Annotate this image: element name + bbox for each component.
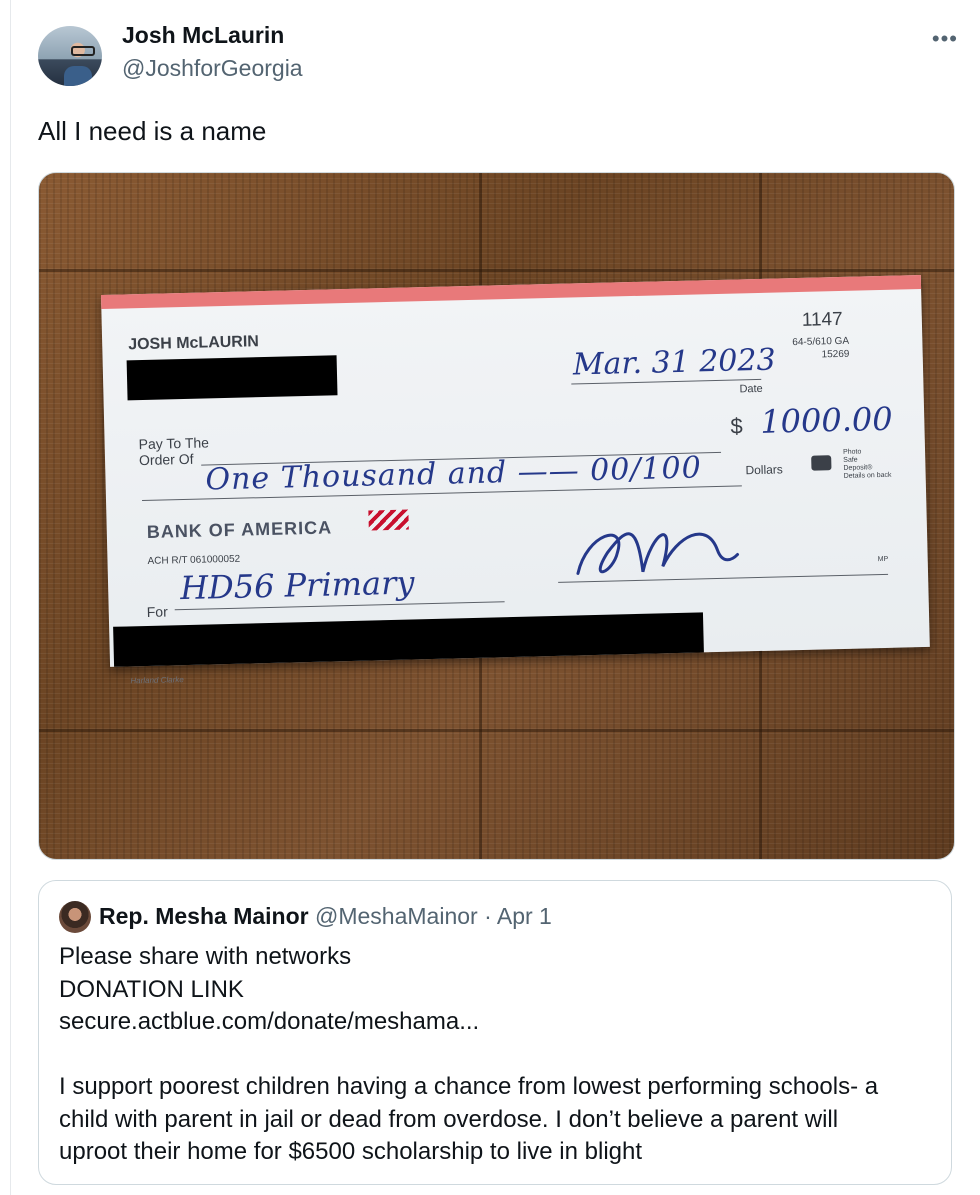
pay-to-label-line: Order Of (138, 450, 194, 469)
quoted-tweet[interactable]: Rep. Mesha Mainor @MeshaMainor · Apr 1 P… (38, 880, 952, 1185)
quoted-author-name[interactable]: Rep. Mesha Mainor (99, 903, 309, 929)
fraction-code-line: 15269 (821, 348, 850, 361)
quoted-tweet-text: Please share with networks DONATION LINK… (59, 941, 939, 1169)
check-top-stripe (101, 274, 922, 309)
check-fraction-code: 64-5/610 GA 15269 (792, 335, 849, 362)
timeline-border (10, 0, 11, 1195)
quoted-text-line: secure.actblue.com/donate/meshama... (59, 1008, 480, 1035)
quoted-author-avatar[interactable] (59, 901, 91, 933)
quoted-text-line (59, 1039, 939, 1072)
quoted-text-line: Please share with networks (59, 943, 352, 970)
memo-label: For (146, 603, 168, 620)
mp-mark: MP (877, 555, 889, 564)
check-amount: 1000.00 (759, 399, 894, 441)
quoted-text-line: child with parent in jail or dead from o… (59, 1105, 839, 1133)
check-number: 1147 (801, 308, 843, 331)
bank-check: JOSH McLAURIN 1147 64-5/610 GA 15269 Mar… (101, 274, 930, 685)
pay-to-label-line: Pay To The (138, 434, 210, 453)
date-label: Date (739, 382, 763, 396)
photo-safe-line: Details on back (843, 471, 892, 480)
amount-written: One Thousand and —— 00/100 (205, 450, 703, 498)
check-date: Mar. 31 2023 (572, 342, 776, 383)
tweet-photo[interactable]: JOSH McLAURIN 1147 64-5/610 GA 15269 Mar… (38, 172, 955, 860)
bank-name: BANK OF AMERICA (146, 517, 333, 542)
camera-icon (811, 455, 832, 471)
pay-to-label: Pay To The Order Of (138, 434, 209, 468)
avatar-shirt (64, 66, 92, 86)
check-printer: Harland Clarke (130, 675, 184, 686)
floor-seam (39, 729, 954, 732)
bank-logo-icon (368, 509, 409, 531)
author-display-name[interactable]: Josh McLaurin (122, 22, 284, 49)
redaction-bar (126, 355, 338, 401)
quoted-text-line: I support poorest children having a chan… (59, 1073, 879, 1100)
avatar-glasses (71, 46, 95, 56)
dollars-label: Dollars (745, 462, 783, 478)
memo-value: HD56 Primary (179, 563, 415, 608)
tweet-text: All I need is a name (38, 116, 267, 146)
author-handle[interactable]: @JoshforGeorgia (122, 55, 303, 82)
author-avatar[interactable] (38, 26, 102, 86)
redaction-bar (113, 612, 704, 667)
quoted-tweet-header: Rep. Mesha Mainor @MeshaMainor · Apr 1 (99, 903, 552, 930)
ach-routing: ACH R/T 061000052 (147, 553, 241, 567)
quoted-text-line: DONATION LINK (59, 975, 244, 1003)
tweet-header: Josh McLaurin @JoshforGeorgia ••• (38, 22, 958, 86)
floor-seam (39, 269, 954, 272)
quoted-author-handle[interactable]: @MeshaMainor (315, 903, 478, 929)
photo-safe-deposit-text: Photo Safe Deposit® Details on back (843, 448, 894, 481)
dollar-sign: $ (730, 413, 743, 439)
more-options-icon[interactable]: ••• (932, 26, 958, 52)
quoted-text-line: uproot their home for $6500 scholarship … (59, 1138, 643, 1165)
separator-dot: · (484, 903, 492, 929)
quoted-tweet-date[interactable]: Apr 1 (497, 903, 552, 929)
check-account-holder: JOSH McLAURIN (128, 333, 260, 354)
